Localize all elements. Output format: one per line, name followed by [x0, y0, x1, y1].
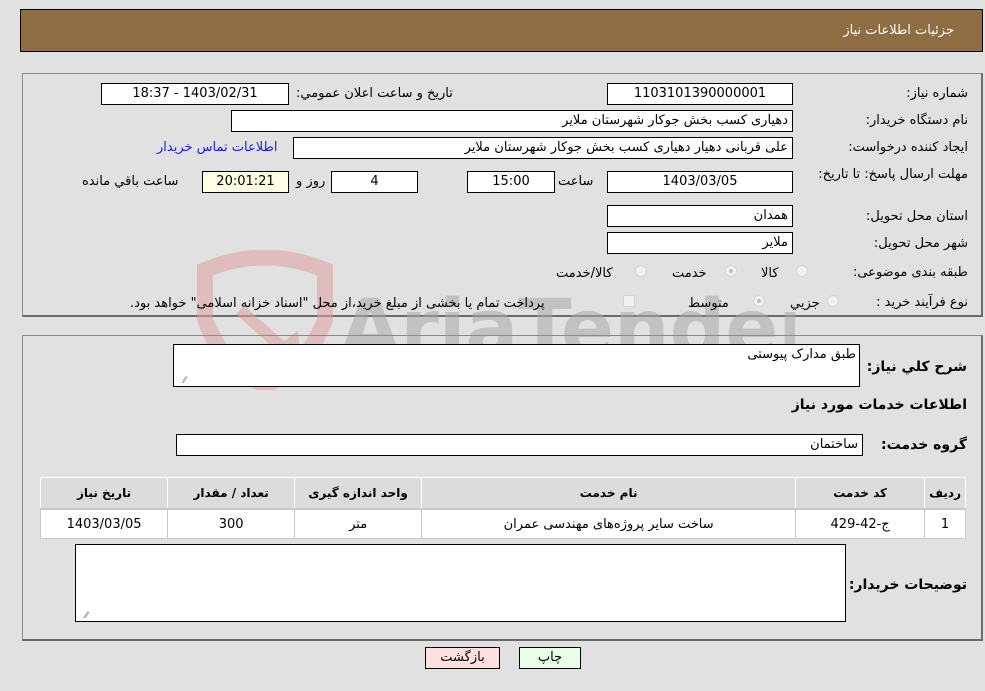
cell-service-name: ساخت سایر پروژه‌های مهندسی عمران	[421, 509, 796, 539]
category-radio-service[interactable]	[725, 265, 737, 277]
deadline-time-label: ساعت	[558, 174, 594, 189]
time-remaining-label: ساعت باقي مانده	[82, 174, 179, 189]
purchase-radio-minor[interactable]	[827, 295, 839, 307]
description-value: طبق مدارک پیوستی	[747, 347, 856, 362]
time-remaining-field: 20:01:21	[202, 171, 289, 193]
requester-label: ایجاد کننده درخواست:	[848, 140, 968, 155]
days-remaining-field: 4	[331, 171, 418, 193]
treasury-checkbox-label: پرداخت تمام یا بخشی از مبلغ خرید،از محل …	[130, 296, 545, 311]
purchase-option-minor: جزيي	[790, 296, 820, 311]
description-textarea[interactable]: طبق مدارک پیوستی ⁄⁄	[173, 344, 860, 387]
purchase-option-medium: متوسط	[688, 296, 729, 311]
service-group-field: ساختمان	[176, 434, 863, 456]
buyer-org-label: نام دستگاه خريدار:	[865, 113, 968, 128]
need-number-label: شماره نیاز:	[906, 86, 968, 101]
cell-need-date: 1403/03/05	[39, 509, 168, 539]
cell-row-number: 1	[924, 509, 966, 539]
cell-quantity: 300	[167, 509, 295, 539]
days-label: روز و	[296, 174, 326, 189]
deadline-date-field: 1403/03/05	[607, 171, 793, 193]
purchase-radio-medium[interactable]	[753, 295, 765, 307]
treasury-checkbox[interactable]	[623, 295, 635, 307]
announce-datetime-field: 1403/02/31 - 18:37	[101, 83, 289, 105]
page-title: جزئیات اطلاعات نیاز	[843, 23, 954, 38]
col-quantity: تعداد / مقدار	[167, 477, 296, 510]
category-option-service: خدمت	[672, 266, 707, 281]
resize-grip-icon[interactable]: ⁄⁄	[176, 377, 186, 386]
purchase-type-label: نوع فرآیند خرید :	[876, 295, 968, 310]
buyer-notes-label: توضيحات خريدار:	[848, 577, 967, 593]
print-button[interactable]: چاپ	[519, 647, 581, 669]
table-header-row: رديف کد خدمت نام خدمت واحد اندازه گيری ت…	[39, 477, 966, 510]
category-radio-goods-service[interactable]	[635, 265, 647, 277]
buyer-notes-textarea[interactable]: ⁄⁄	[75, 544, 846, 622]
category-option-goods-service: کالا/خدمت	[556, 266, 613, 281]
deadline-label: مهلت ارسال پاسخ: تا تاریخ:	[818, 167, 968, 182]
buyer-org-field: دهیاری کسب بخش جوکار شهرستان ملایر	[231, 110, 793, 132]
announce-datetime-label: تاریخ و ساعت اعلان عمومي:	[296, 86, 453, 101]
back-button[interactable]: بازگشت	[425, 647, 500, 669]
col-service-code: کد خدمت	[795, 477, 926, 510]
province-field: همدان	[607, 205, 793, 227]
cell-service-code: ج-42-429	[795, 509, 925, 539]
table-row: 1 ج-42-429 ساخت سایر پروژه‌های مهندسی عم…	[39, 509, 966, 539]
cell-unit: متر	[294, 509, 422, 539]
need-number-field: 1103101390000001	[607, 83, 793, 105]
requester-field: علی قربانی دهیار دهیاری کسب بخش جوکار شه…	[293, 137, 793, 159]
col-row-number: رديف	[924, 477, 966, 510]
city-field: ملایر	[607, 232, 793, 254]
col-service-name: نام خدمت	[421, 477, 797, 510]
resize-grip-icon[interactable]: ⁄⁄	[78, 612, 88, 621]
buyer-contact-link[interactable]: اطلاعات تماس خریدار	[157, 140, 277, 155]
category-radio-goods[interactable]	[796, 265, 808, 277]
services-table: رديف کد خدمت نام خدمت واحد اندازه گيری ت…	[39, 477, 966, 539]
col-need-date: تاريخ نياز	[39, 477, 169, 510]
description-label: شرح كلي نياز:	[866, 359, 967, 375]
service-group-label: گروه خدمت:	[881, 437, 967, 453]
page-header: جزئیات اطلاعات نیاز	[20, 9, 983, 52]
city-label: شهر محل تحویل:	[873, 236, 968, 251]
services-heading: اطلاعات خدمات مورد نياز	[791, 397, 967, 413]
category-label: طبقه بندی موضوعی:	[852, 265, 968, 280]
deadline-time-field: 15:00	[467, 171, 555, 193]
category-option-goods: کالا	[761, 266, 779, 281]
province-label: استان محل تحویل:	[866, 209, 968, 224]
col-unit: واحد اندازه گيری	[294, 477, 423, 510]
